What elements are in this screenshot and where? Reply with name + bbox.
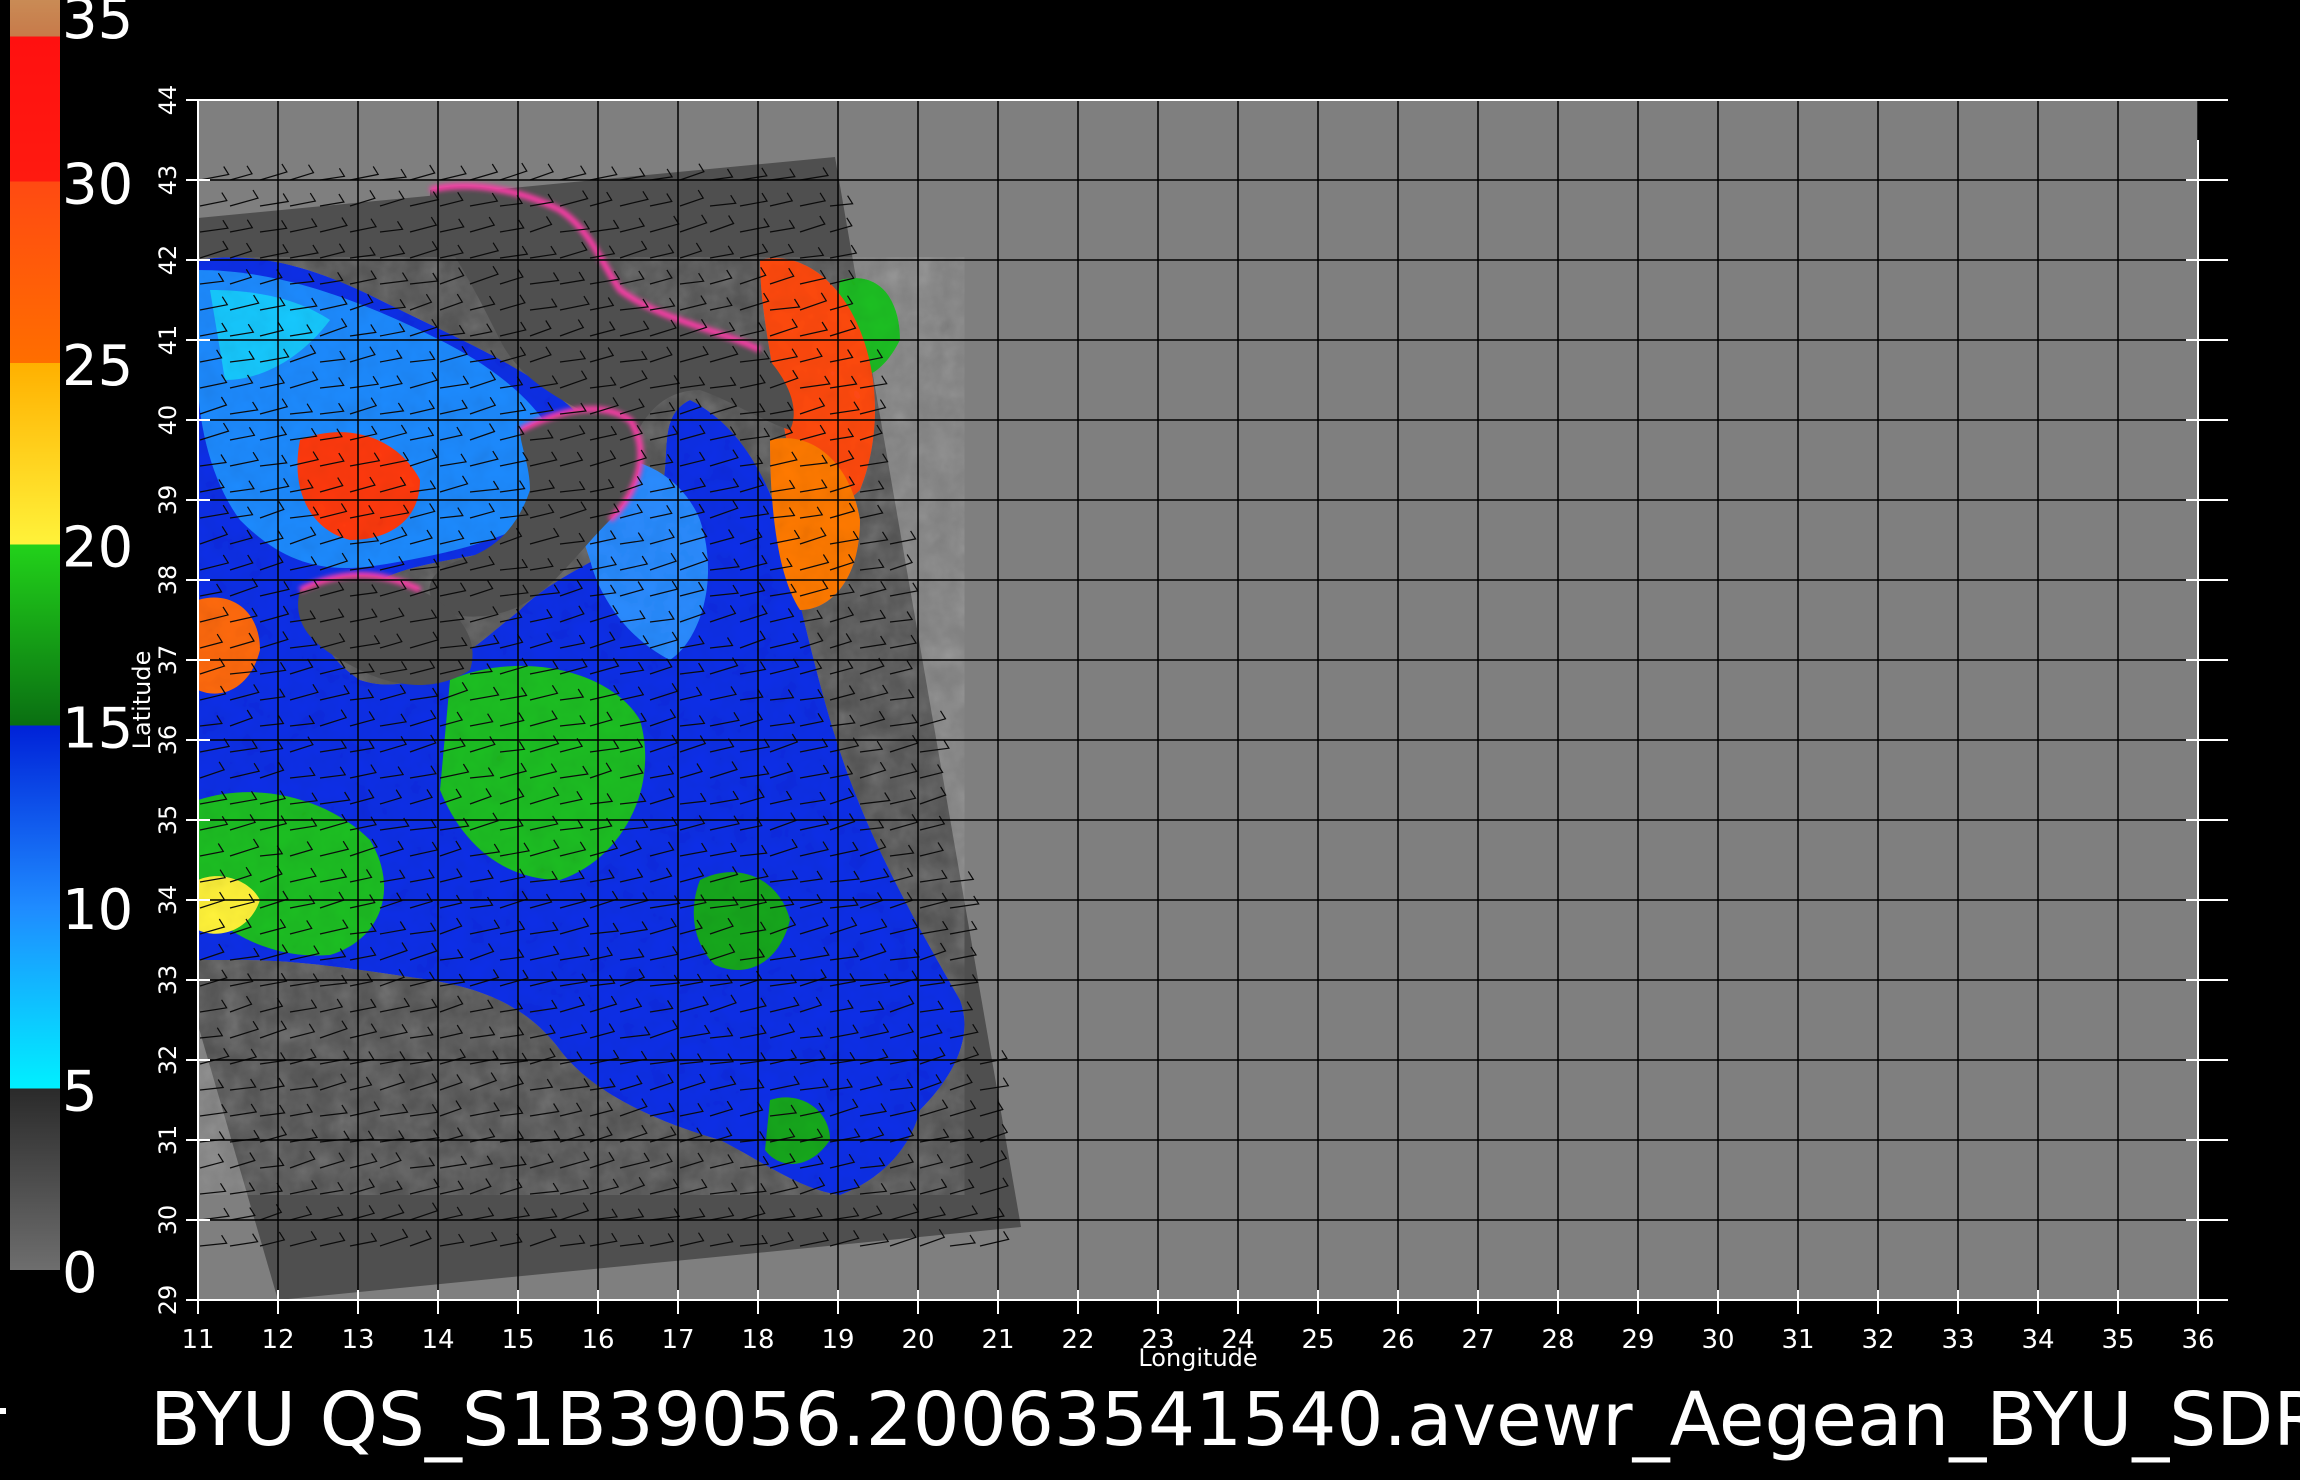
y-axis-label: Latitude: [128, 651, 156, 750]
x-tick-label: 19: [821, 1325, 854, 1355]
y-tick-label: 34: [154, 885, 182, 916]
y-tick-labels: 29 30 31 32 33 34 35 36 37 38 39 40 41 42 43 44: [154, 85, 182, 1316]
x-tick-label: 21: [981, 1325, 1014, 1355]
x-tick-label: 14: [421, 1325, 454, 1355]
x-tick-label: 22: [1061, 1325, 1094, 1355]
x-tick-label: 28: [1541, 1325, 1574, 1355]
y-tick-label: 35: [154, 805, 182, 836]
colorbar-label: 5: [62, 1060, 98, 1125]
y-tick-label: 33: [154, 965, 182, 996]
y-tick-label: 36: [154, 725, 182, 756]
x-tick-label: 30: [1701, 1325, 1734, 1355]
x-tick-label: 27: [1461, 1325, 1494, 1355]
colorbar-labels: 0 5 10 15 20 25 30 35: [62, 0, 133, 1306]
y-tick-label: 38: [154, 565, 182, 596]
y-tick-label: 42: [154, 245, 182, 276]
x-tick-label: 25: [1301, 1325, 1334, 1355]
x-tick-label: 32: [1861, 1325, 1894, 1355]
colorbar: 0 5 10 15 20 25 30 35: [10, 0, 133, 1306]
colorbar-label: 10: [62, 878, 133, 943]
y-tick-label: 37: [154, 645, 182, 676]
colorbar-label: 0: [62, 1241, 98, 1306]
left-edge-marker: [0, 1408, 6, 1414]
colorbar-label: 20: [62, 515, 133, 580]
x-tick-label: 12: [261, 1325, 294, 1355]
colorbar-label: 15: [62, 697, 133, 762]
x-tick-label: 26: [1381, 1325, 1414, 1355]
x-tick-label: 35: [2101, 1325, 2134, 1355]
colorbar-label: 35: [62, 0, 133, 52]
x-tick-label: 34: [2021, 1325, 2054, 1355]
wind-map-figure: 0 5 10 15 20 25 30 35 11 12 13 14 15 16 …: [0, 0, 2300, 1480]
figure-title: BYU QS_S1B39056.20063541540.avewr_Aegean…: [150, 1377, 2300, 1463]
plot-area: 11 12 13 14 15 16 17 18 19 20 21 22 23 24 25 26 27 28 29 30…: [128, 85, 2228, 1372]
x-tick-label: 15: [501, 1325, 534, 1355]
y-tick-label: 39: [154, 485, 182, 516]
y-tick-label: 44: [154, 85, 182, 116]
y-tick-label: 30: [154, 1205, 182, 1236]
x-tick-label: 11: [181, 1325, 214, 1355]
x-tick-label: 33: [1941, 1325, 1974, 1355]
colorbar-label: 30: [62, 152, 133, 217]
x-tick-label: 13: [341, 1325, 374, 1355]
colorbar-label: 25: [62, 334, 133, 399]
x-tick-label: 17: [661, 1325, 694, 1355]
x-tick-label: 16: [581, 1325, 614, 1355]
y-tick-label: 43: [154, 165, 182, 196]
x-tick-label: 31: [1781, 1325, 1814, 1355]
figure-canvas: 0 5 10 15 20 25 30 35 11 12 13 14 15 16 17 18 1…: [10, 0, 2228, 1372]
y-tick-label: 29: [154, 1285, 182, 1316]
x-tick-label: 36: [2181, 1325, 2214, 1355]
y-tick-label: 40: [154, 405, 182, 436]
x-tick-label: 20: [901, 1325, 934, 1355]
y-tick-label: 41: [154, 325, 182, 356]
x-tick-label: 18: [741, 1325, 774, 1355]
x-tick-label: 29: [1621, 1325, 1654, 1355]
y-tick-label: 32: [154, 1045, 182, 1076]
y-tick-label: 31: [154, 1125, 182, 1156]
colorbar-gradient: [10, 0, 60, 1270]
